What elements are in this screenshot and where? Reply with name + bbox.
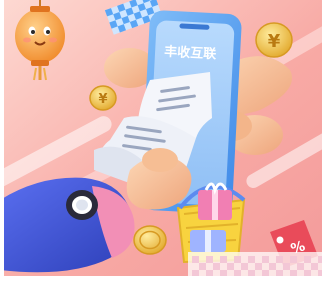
right-margin [322,0,330,283]
coin-icon: ¥ [89,85,117,111]
promo-illustration: ¥ ¥ ¥ 丰收互联 [0,0,330,283]
phone-title: 丰收互联 [164,44,217,63]
coin-symbol-text: ¥ [98,92,107,107]
coin-icon [133,225,167,255]
left-margin [0,0,4,283]
coin-icon: ¥ [255,22,293,58]
illustration-canvas: ¥ ¥ ¥ 丰收互联 [0,0,330,283]
coin-symbol-text: ¥ [268,31,281,52]
bottom-margin [0,276,330,283]
